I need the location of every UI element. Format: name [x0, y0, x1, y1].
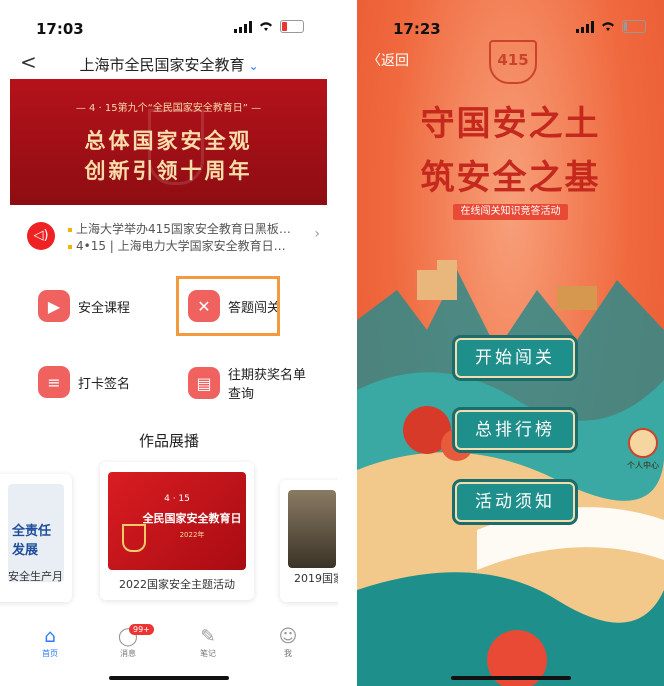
news-ticker[interactable]: ◁) 上海大学举办415国家安全教育日黑板… 4•15 | 上海电力大学国家安全…: [10, 212, 328, 258]
feature-grid: ▶ 安全课程 ✕ 答题闯关 ≡ 打卡签名 ▤ 往期获奖名单 查询: [0, 270, 338, 410]
status-icons: [576, 20, 646, 33]
status-time: 17:23: [393, 20, 441, 38]
banner-kicker: — 4 · 15第九个“全民国家安全教育日” —: [75, 103, 262, 114]
start-challenge-button[interactable]: 开始闯关: [455, 338, 575, 378]
feature-label: 打卡签名: [78, 376, 131, 392]
personal-center-label: 个人中心: [627, 461, 659, 470]
subtitle-ribbon: 在线闯关知识竞答活动: [453, 204, 568, 220]
feature-past-winners[interactable]: ▤ 往期获奖名单 查询: [188, 364, 306, 402]
tab-label: 消息: [120, 649, 136, 658]
home-icon: ⌂: [44, 626, 56, 647]
card-label: 2019国家: [294, 572, 338, 585]
back-label: 返回: [381, 53, 409, 69]
feature-label: 往期获奖名单 查询: [228, 364, 306, 402]
banner-line-1: 总体国家安全观: [84, 128, 253, 153]
banner-line-2: 创新引领十周年: [84, 158, 253, 183]
edit-icon: ✎: [200, 626, 216, 647]
rules-button[interactable]: 活动须知: [455, 482, 575, 522]
card-image: 4 · 15 全民国家安全教育日 2022年: [108, 472, 246, 570]
chevron-left-icon: 〈: [367, 53, 381, 69]
showcase-card[interactable]: 4 · 15 全民国家安全教育日 2022年 2022国家安全主题活动: [100, 462, 254, 600]
feature-label-line: 查询: [228, 387, 255, 402]
signal-icon: [576, 20, 594, 33]
card-label: 安全生产月: [8, 570, 63, 583]
home-indicator[interactable]: [450, 676, 571, 680]
status-icons: [234, 20, 304, 33]
feature-label-line: 往期获奖名单: [228, 368, 307, 383]
news-item[interactable]: 上海大学举办415国家安全教育日黑板…: [68, 220, 308, 237]
card-image-text: 4 · 15: [164, 494, 190, 504]
card-image-text: 2022年: [179, 531, 205, 539]
feature-label: 安全课程: [78, 300, 131, 316]
chevron-down-icon[interactable]: ⌄: [248, 59, 258, 73]
back-button[interactable]: 〈返回: [367, 50, 409, 70]
list-icon: ▤: [188, 367, 220, 399]
news-item[interactable]: 4•15 | 上海电力大学国家安全教育日…: [68, 237, 308, 254]
tab-me[interactable]: ☺ 我: [258, 626, 318, 659]
feature-checkin-sign[interactable]: ≡ 打卡签名: [38, 366, 130, 398]
feature-safety-course[interactable]: ▶ 安全课程: [38, 290, 130, 322]
title-line-2: 筑安全之基: [420, 158, 601, 198]
signal-icon: [234, 20, 252, 33]
personal-center[interactable]: 个人中心: [626, 428, 660, 471]
tab-label: 笔记: [200, 649, 216, 658]
chevron-right-icon[interactable]: ›: [314, 226, 320, 242]
speaker-icon: ◁): [27, 222, 55, 250]
tab-notes[interactable]: ✎ 笔记: [178, 626, 238, 659]
status-time: 17:03: [36, 20, 84, 38]
tab-label: 我: [284, 649, 292, 658]
status-bar: 17:03: [0, 0, 338, 48]
tab-label: 首页: [42, 649, 58, 658]
tab-messages[interactable]: ◯ 99+ 消息: [98, 624, 158, 659]
showcase-card[interactable]: 2019国家: [280, 480, 338, 602]
tab-home[interactable]: ⌂ 首页: [20, 626, 80, 659]
document-icon: ≡: [38, 366, 70, 398]
home-indicator[interactable]: [109, 676, 229, 680]
left-phone-screen: 17:03 < 上海市全民国家安全教育 ⌄ — 4 · 15第九个“全民国家安全教…: [0, 0, 338, 686]
section-title: 作品展播: [138, 432, 199, 450]
landscape-illustration: [357, 260, 664, 686]
person-icon: ☺: [278, 626, 298, 647]
battery-icon: [622, 20, 646, 33]
card-image-text: 全责任 发展: [12, 524, 52, 558]
shield-icon: [122, 524, 146, 552]
hero-banner[interactable]: — 4 · 15第九个“全民国家安全教育日” — 总体国家安全观 创新引领十周年: [10, 79, 327, 205]
leaderboard-button[interactable]: 总排行榜: [455, 410, 575, 450]
unread-badge: 99+: [129, 624, 154, 635]
person-icon: [628, 428, 658, 458]
card-label: 2022国家安全主题活动: [119, 578, 235, 591]
emblem-415: 415: [489, 40, 537, 84]
page-title[interactable]: 上海市全民国家安全教育 ⌄: [0, 54, 338, 75]
showcase-card[interactable]: 全责任 发展 安全生产月: [0, 474, 72, 602]
battery-icon: [280, 20, 304, 33]
video-board-icon: ▶: [38, 290, 70, 322]
page-title-text: 上海市全民国家安全教育: [79, 56, 245, 74]
tab-bar: ⌂ 首页 ◯ 99+ 消息 ✎ 笔记 ☺ 我: [0, 620, 338, 670]
card-image-text: 全民国家安全教育日: [142, 512, 242, 525]
title-line-1: 守国安之土: [420, 104, 601, 144]
wifi-icon: [602, 22, 614, 31]
right-phone-screen: 17:23 〈返回 415 守国安之土 筑安全之基 在线闯关知识竞答活动 开始闯…: [357, 0, 664, 686]
highlight-box: [176, 276, 280, 336]
nav-bar: < 上海市全民国家安全教育 ⌄: [0, 48, 338, 78]
card-image: [288, 490, 336, 568]
wifi-icon: [260, 22, 272, 31]
